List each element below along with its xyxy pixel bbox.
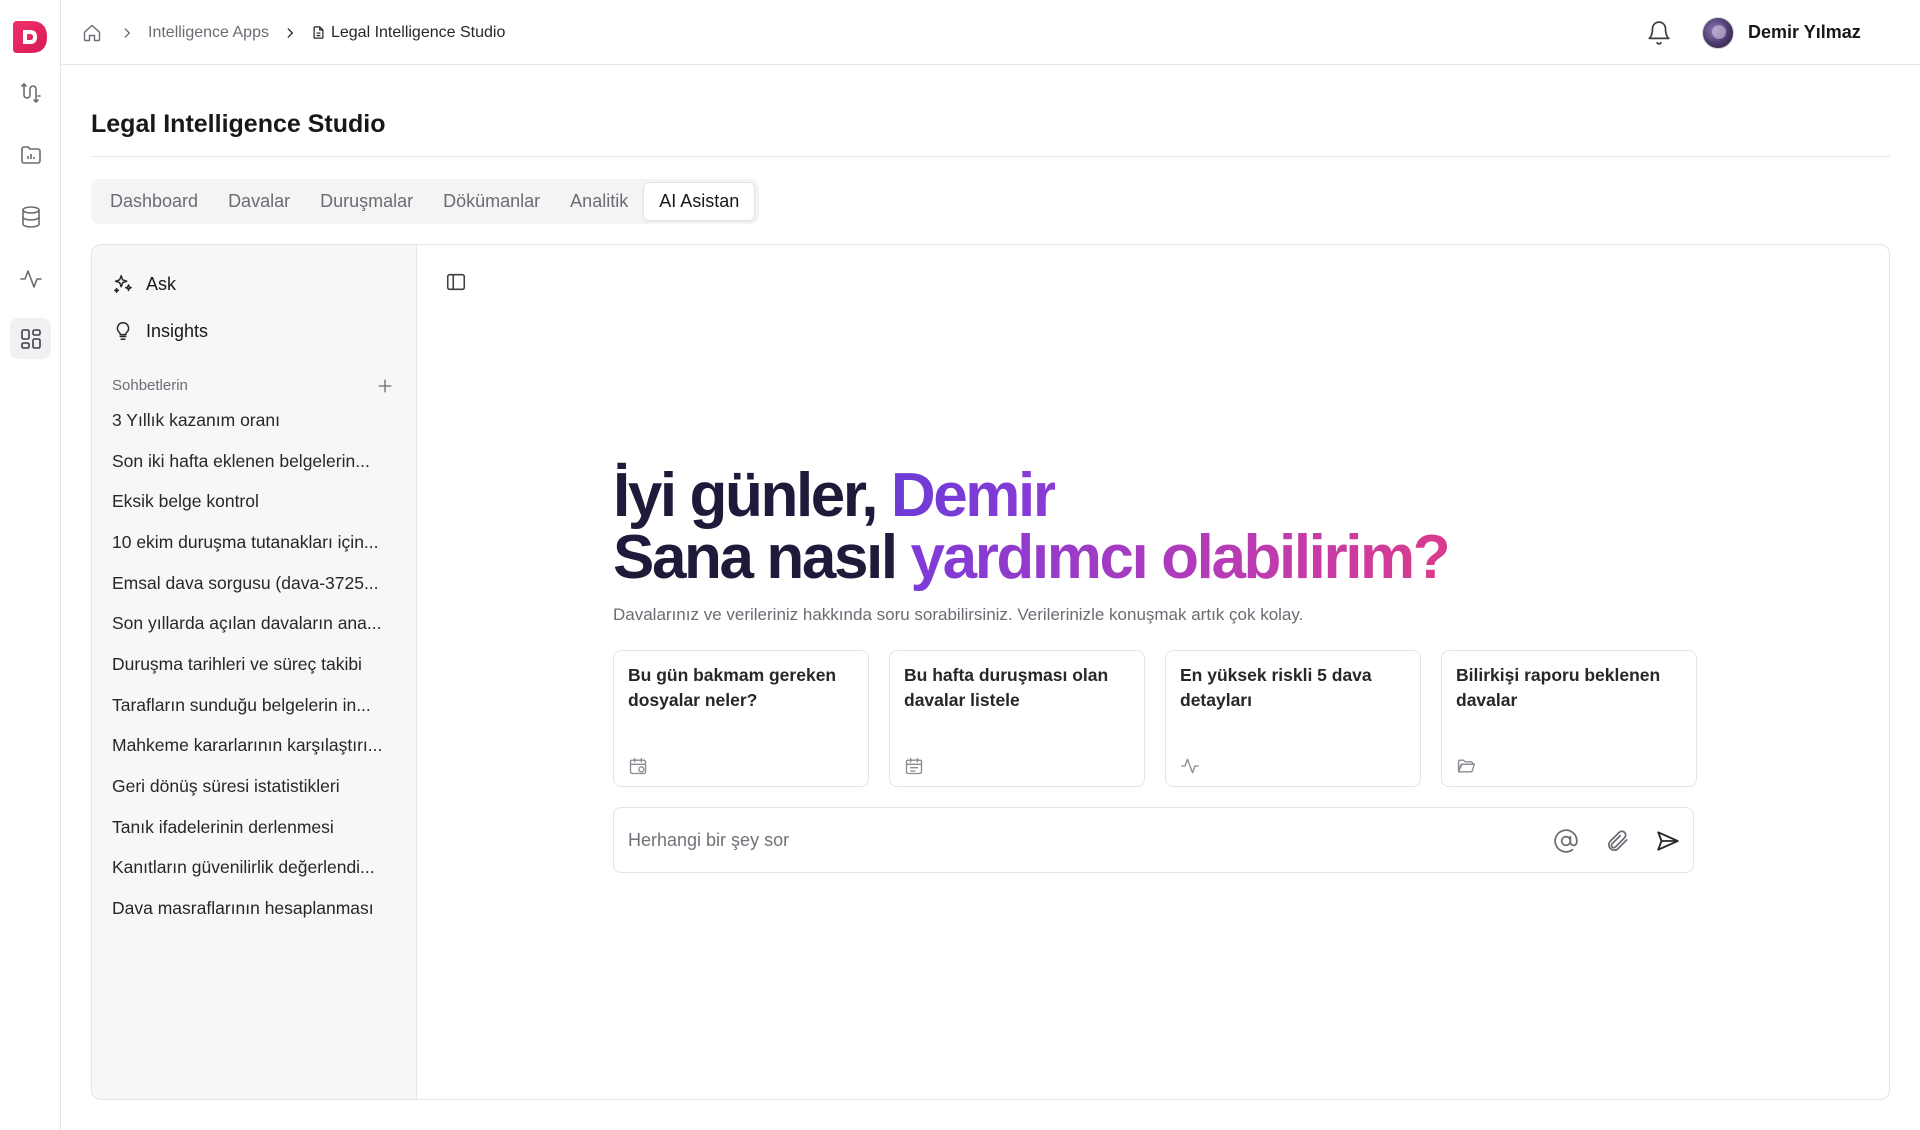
folder-chart-icon[interactable] [10,134,51,175]
nav-insights-label: Insights [146,320,209,341]
mention-icon[interactable] [1553,828,1579,854]
composer [613,807,1694,873]
nav-ask-label: Ask [146,273,177,294]
folder-open-icon [1457,759,1475,773]
bell-icon[interactable] [1646,20,1672,46]
tab-bar: Dashboard Davalar Duruşmalar Dökümanlar … [91,179,760,224]
divider [91,156,1890,157]
chat-item[interactable]: Kanıtların güvenilirlik değerlendi... [112,848,402,889]
suggestion-card[interactable]: Bu gün bakmam gereken dosyalar neler? [613,650,869,787]
sparkles-icon [114,275,132,293]
page-title: Legal Intelligence Studio [91,110,386,138]
chat-item[interactable]: Geri dönüş süresi istatistikleri [112,766,402,807]
tab-ai-asistan[interactable]: AI Asistan [643,182,756,221]
suggestion-card[interactable]: Bu hafta duruşması olan davalar listele [889,650,1145,787]
paperclip-icon[interactable] [1604,828,1630,854]
home-icon[interactable] [82,23,102,43]
hero-subtitle: Davalarınız ve verileriniz hakkında soru… [613,605,1304,624]
chat-item[interactable]: Tarafların sunduğu belgelerin in... [112,685,402,726]
database-icon[interactable] [10,196,51,237]
app-logo[interactable] [11,19,49,55]
chat-item[interactable]: Mahkeme kararlarının karşılaştırı... [112,726,402,767]
help-highlight: yardımcı olabilirim? [910,523,1451,592]
ask-input[interactable] [628,808,1508,872]
nav-ask[interactable]: Ask [112,269,176,299]
assistant-panel: Ask Insights Sohbetlerin 3 Yıllık kazanı… [91,244,1890,1100]
hero-greeting: İyi günler, Demir Sana nasıl yardımcı ol… [613,461,1451,592]
chat-item[interactable]: Dava masraflarının hesaplanması [112,888,402,929]
chats-section-title: Sohbetlerin [112,377,188,394]
help-line: Sana nasıl yardımcı olabilirim? [613,523,1451,592]
chat-item[interactable]: Son yıllarda açılan davaların ana... [112,603,402,644]
nav-insights[interactable]: Insights [112,316,208,346]
calendar-clock-icon [629,757,647,775]
chat-list: 3 Yıllık kazanım oranı Son iki hafta ekl… [112,400,402,929]
chat-item[interactable]: Emsal dava sorgusu (dava-3725... [112,563,402,604]
chevron-right-icon [124,27,131,38]
breadcrumb: Intelligence Apps Legal Intelligence Stu… [82,0,505,65]
send-icon[interactable] [1655,828,1681,854]
chevron-right-icon [287,27,294,38]
tab-dashboard[interactable]: Dashboard [95,182,213,221]
suggestion-cards: Bu gün bakmam gereken dosyalar neler? Bu… [613,650,1697,787]
tab-davalar[interactable]: Davalar [213,182,305,221]
tab-dokumanlar[interactable]: Dökümanlar [428,182,555,221]
activity-icon [1181,758,1199,774]
activity-icon[interactable] [10,258,51,299]
lightbulb-icon [116,322,130,340]
tab-analitik[interactable]: Analitik [555,182,643,221]
chat-item[interactable]: Tanık ifadelerinin derlenmesi [112,807,402,848]
user-name[interactable]: Demir Yılmaz [1748,0,1861,65]
breadcrumb-current: Legal Intelligence Studio [330,23,506,41]
new-chat-plus-icon[interactable] [375,376,395,396]
chat-item[interactable]: 3 Yıllık kazanım oranı [112,400,402,441]
avatar[interactable] [1702,17,1734,49]
suggestion-card[interactable]: En yüksek riskli 5 dava detayları [1165,650,1421,787]
app-rail [0,0,61,1130]
suggestion-card[interactable]: Bilirkişi raporu beklenen davalar [1441,650,1697,787]
chat-item[interactable]: Son iki hafta eklenen belgelerin... [112,441,402,482]
chat-sidebar: Ask Insights Sohbetlerin 3 Yıllık kazanı… [92,245,417,1099]
sidebar-toggle-icon[interactable] [445,271,467,293]
apps-grid-icon[interactable] [10,318,51,359]
breadcrumb-intelligence-apps[interactable]: Intelligence Apps [148,24,269,42]
chat-item[interactable]: Eksik belge kontrol [112,481,402,522]
chat-item[interactable]: Duruşma tarihleri ve süreç takibi [112,644,402,685]
top-bar: Intelligence Apps Legal Intelligence Stu… [61,0,1920,65]
greeting-line: İyi günler, Demir [613,461,1057,530]
chat-item[interactable]: 10 ekim duruşma tutanakları için... [112,522,402,563]
tab-durusmalar[interactable]: Duruşmalar [305,182,428,221]
greeting-name: Demir [890,461,1057,530]
calendar-icon [905,757,923,775]
document-icon [313,26,324,39]
workflow-icon[interactable] [10,72,51,113]
